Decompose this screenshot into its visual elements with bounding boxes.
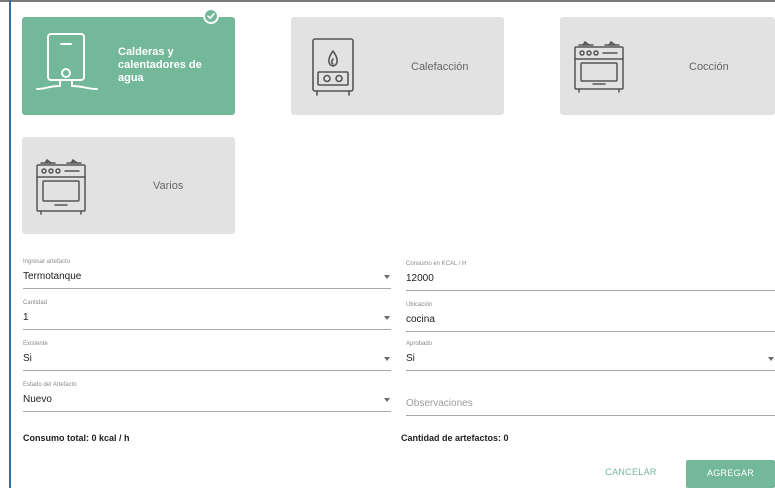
artefacto-select[interactable]: Ingresar artefacto Termotanque	[23, 259, 391, 291]
top-border	[0, 0, 775, 2]
field-underline	[406, 370, 775, 371]
observaciones-input[interactable]: Observaciones	[406, 386, 775, 418]
observaciones-placeholder: Observaciones	[406, 398, 473, 409]
chevron-down-icon	[384, 398, 390, 402]
cancel-button[interactable]: CANCELAR	[591, 460, 671, 484]
estado-select[interactable]: Estado del Artefacto Nuevo	[23, 382, 391, 414]
field-underline	[406, 331, 775, 332]
consumo-input[interactable]: Consumo en KCAL / H 12000	[406, 261, 775, 293]
aprobado-label: Aprobado	[406, 341, 433, 347]
chevron-down-icon	[768, 357, 774, 361]
cantidad-value: 1	[23, 312, 29, 323]
cantidad-label: Cantidad	[23, 300, 48, 306]
stove-icon	[573, 39, 625, 98]
left-border	[9, 0, 11, 488]
ubicacion-input[interactable]: Ubicación cocina	[406, 302, 775, 334]
chevron-down-icon	[384, 275, 390, 279]
chevron-down-icon	[384, 357, 390, 361]
consumo-value: 12000	[406, 273, 434, 284]
field-underline	[23, 370, 391, 371]
existente-select[interactable]: Existente Si	[23, 341, 391, 373]
category-label: Calderas y calentadores de agua	[118, 46, 202, 84]
cantidad-artefactos: Cantidad de artefactos: 0	[401, 433, 509, 443]
estado-label: Estado del Artefacto	[23, 382, 77, 388]
category-card-coccion[interactable]: Cocción	[560, 17, 775, 115]
add-button[interactable]: AGREGAR	[686, 460, 775, 488]
consumo-label: Consumo en KCAL / H	[406, 261, 467, 267]
category-label: Varios	[153, 180, 184, 192]
category-label: Cocción	[689, 61, 729, 73]
ubicacion-label: Ubicación	[406, 302, 433, 308]
category-card-calefaccion[interactable]: Calefacción	[291, 17, 504, 115]
field-underline	[406, 415, 775, 416]
stove-icon	[35, 157, 87, 220]
existente-value: Si	[23, 353, 32, 364]
artefacto-label: Ingresar artefacto	[23, 259, 71, 265]
selected-check-icon	[203, 8, 219, 24]
category-card-varios[interactable]: Varios	[22, 137, 235, 234]
field-underline	[406, 290, 775, 291]
ubicacion-value: cocina	[406, 314, 435, 325]
category-label: Calefacción	[411, 61, 469, 73]
water-heater-icon	[35, 31, 99, 102]
category-card-calderas[interactable]: Calderas y calentadores de agua	[22, 17, 235, 115]
aprobado-select[interactable]: Aprobado Si	[406, 341, 775, 373]
existente-label: Existente	[23, 341, 48, 347]
consumo-total: Consumo total: 0 kcal / h	[23, 433, 130, 443]
dialog: Calderas y calentadores de agua Calefacc…	[0, 0, 775, 488]
gas-heater-icon	[311, 37, 355, 102]
cantidad-select[interactable]: Cantidad 1	[23, 300, 391, 332]
field-underline	[23, 329, 391, 330]
aprobado-value: Si	[406, 353, 415, 364]
artefacto-value: Termotanque	[23, 271, 82, 282]
field-underline	[23, 411, 391, 412]
field-underline	[23, 288, 391, 289]
estado-value: Nuevo	[23, 394, 52, 405]
chevron-down-icon	[384, 316, 390, 320]
